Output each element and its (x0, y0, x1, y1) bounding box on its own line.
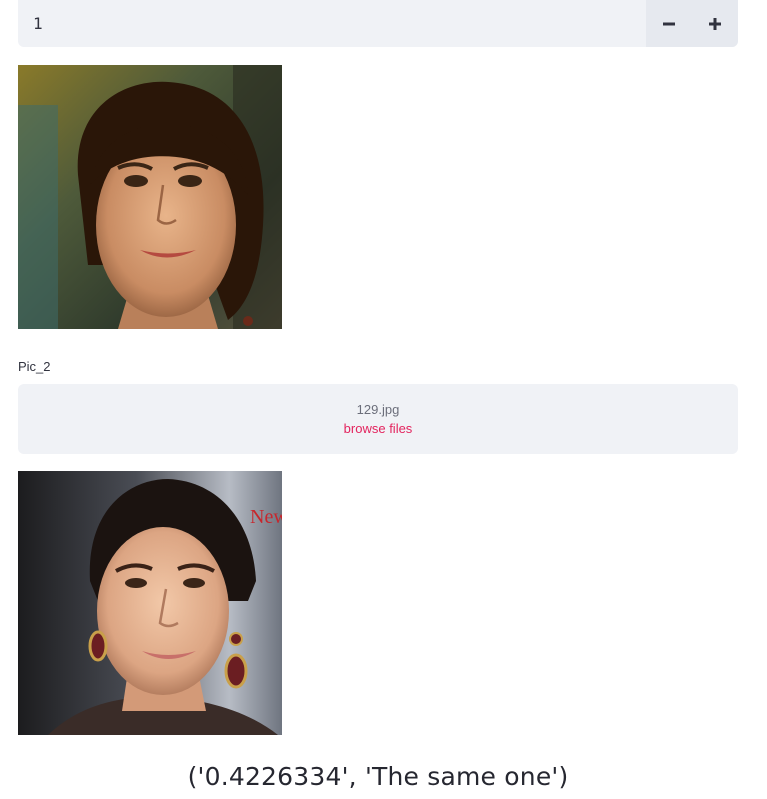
pic2-label: Pic_2 (18, 359, 51, 374)
svg-text:New: New (250, 506, 282, 528)
minus-icon (663, 22, 675, 25)
plus-icon (709, 17, 721, 30)
photo-1 (18, 65, 282, 329)
increment-button[interactable] (692, 0, 738, 47)
uploaded-file-name: 129.jpg (356, 402, 400, 417)
file-uploader[interactable]: 129.jpg browse files (18, 384, 738, 454)
number-input: 1 (18, 0, 738, 47)
result-text: ('0.4226334', 'The same one') (187, 762, 569, 791)
decrement-button[interactable] (646, 0, 692, 47)
browse-files-link[interactable]: browse files (344, 419, 413, 438)
app-page: 1 Pic_2 129.jpg browse files New ('0.422… (0, 0, 767, 799)
photo-2: New (18, 471, 282, 735)
number-input-value[interactable]: 1 (18, 14, 646, 33)
